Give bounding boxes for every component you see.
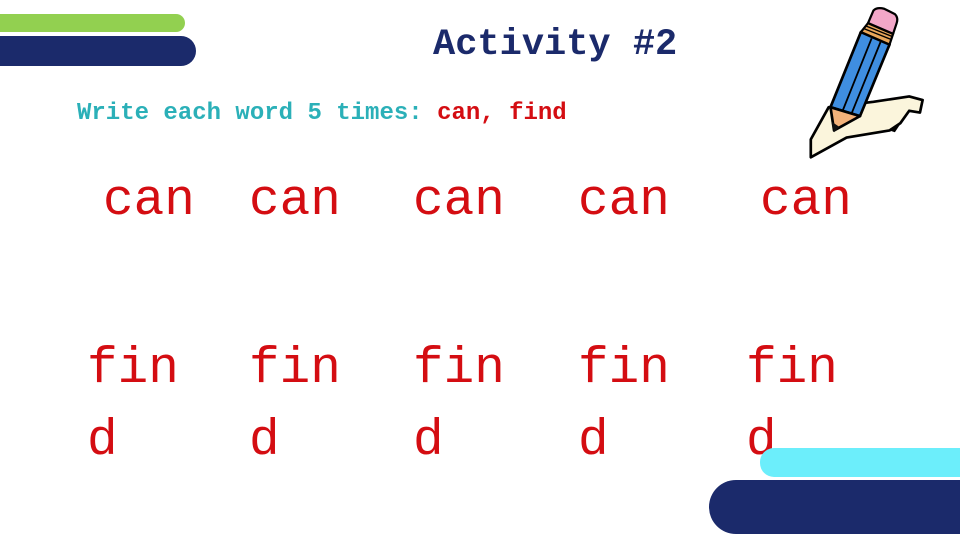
instructions-lead: Write each word 5 times:	[77, 100, 438, 127]
decorative-green-bar	[0, 14, 185, 32]
page-title: Activity #2	[433, 24, 678, 66]
instructions: Write each word 5 times: can, find	[77, 100, 567, 127]
practice-word-can: can	[578, 173, 670, 230]
practice-word-find: fin d	[249, 341, 341, 470]
practice-word-can: can	[249, 173, 341, 230]
decorative-navy-bar-top	[0, 36, 196, 66]
practice-word-can: can	[413, 173, 505, 230]
practice-word-find: fin d	[578, 341, 670, 470]
decorative-navy-bar-bottom	[709, 480, 960, 534]
practice-word-find: fin d	[413, 341, 505, 470]
practice-word-can: can	[760, 173, 852, 230]
pencil-writing-on-paper-icon	[809, 7, 924, 159]
instructions-words: can, find	[437, 100, 567, 127]
practice-word-can: can	[103, 173, 195, 230]
practice-word-find: fin d	[87, 341, 179, 470]
decorative-cyan-bar	[760, 448, 960, 477]
